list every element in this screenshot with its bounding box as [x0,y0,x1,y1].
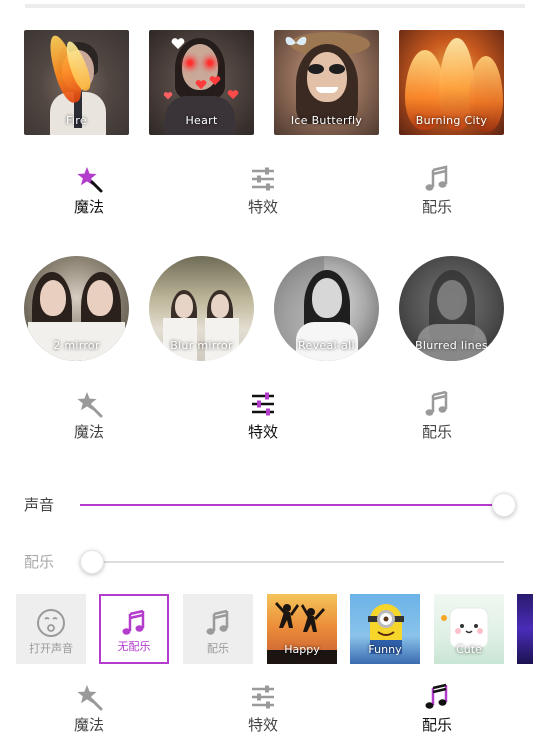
music-option-sound-on[interactable]: 打开声音 [16,594,86,664]
mute-face-icon [37,609,65,637]
music-option-label: Cute [456,643,482,656]
heart-icon [171,38,185,49]
tab-label: 配乐 [421,198,452,216]
tab-music[interactable]: 配乐 [392,164,482,217]
sliders-icon [252,685,274,709]
filter-2-mirror[interactable]: 2 mirror [24,256,129,361]
effect-burning-city[interactable]: Burning City [399,30,504,135]
tab-label: 配乐 [421,423,452,441]
butterfly-icon [285,36,307,46]
tab-magic[interactable]: 魔法 [44,389,134,442]
music-option-cute[interactable]: Cute [434,594,504,664]
filter-reveal-all[interactable]: Reveal-all [274,256,379,361]
sound-slider-knob[interactable] [492,493,516,517]
effect-ice-butterfly[interactable]: Ice Butterfly [274,30,379,135]
effect-fire[interactable]: Fire [24,30,129,135]
filter-label: Reveal-all [298,339,355,352]
music-option-funny[interactable]: Funny [350,594,420,664]
tab-effects[interactable]: 特效 [218,164,308,217]
tab-label: 魔法 [73,198,104,216]
music-option-label: 配乐 [207,642,229,655]
magic-wand-icon [77,167,103,193]
tab-music[interactable]: 配乐 [392,389,482,442]
tab-effects[interactable]: 特效 [218,682,308,735]
tab-label: 魔法 [73,423,104,441]
sound-slider-label: 声音 [24,496,55,514]
music-slider[interactable] [80,550,504,574]
heart-icon [209,76,221,86]
heart-icon [227,90,239,100]
effect-label: Burning City [415,114,488,127]
sliders-icon [252,167,274,191]
effect-label: Ice Butterfly [290,114,363,127]
music-option-no-music[interactable]: 无配乐 [99,594,169,664]
music-note-icon [206,609,229,635]
tab-label: 特效 [247,423,278,441]
tab-label: 魔法 [73,716,104,734]
filter-blurred-lines[interactable]: Blurred lines [399,256,504,361]
tab-magic[interactable]: 魔法 [44,682,134,735]
magic-wand-icon [77,392,103,418]
music-option-partial[interactable] [517,594,533,664]
music-option-happy[interactable]: Happy [267,594,337,664]
music-slider-knob[interactable] [80,550,104,574]
filter-label: Blur mirror [170,339,233,352]
tab-magic[interactable]: 魔法 [44,164,134,217]
music-note-icon [425,165,448,191]
magic-wand-icon [77,685,103,711]
music-option-label: 无配乐 [117,640,151,653]
tab-effects[interactable]: 特效 [218,389,308,442]
effect-heart[interactable]: Heart [149,30,254,135]
music-note-icon [122,609,145,635]
filter-blur-mirror[interactable]: Blur mirror [149,256,254,361]
music-note-icon [425,390,448,416]
music-slider-label: 配乐 [24,553,55,571]
heart-icon [195,80,207,90]
heart-icon [163,92,173,100]
top-divider [25,4,525,8]
effect-label: Fire [66,114,87,127]
tab-label: 配乐 [421,716,452,734]
filter-label: 2 mirror [53,339,100,352]
music-option-music[interactable]: 配乐 [183,594,253,664]
sound-slider-fill [80,504,504,506]
filter-label: Blurred lines [415,339,488,352]
tab-label: 特效 [247,716,278,734]
music-option-label: Funny [368,643,402,656]
effect-label: Heart [185,114,218,127]
tab-label: 特效 [247,198,278,216]
music-option-label: 打开声音 [29,642,73,655]
tab-music[interactable]: 配乐 [392,682,482,735]
sliders-icon [252,392,274,416]
music-option-label: Happy [284,643,320,656]
music-note-icon [425,683,448,709]
sound-slider[interactable] [80,493,516,517]
